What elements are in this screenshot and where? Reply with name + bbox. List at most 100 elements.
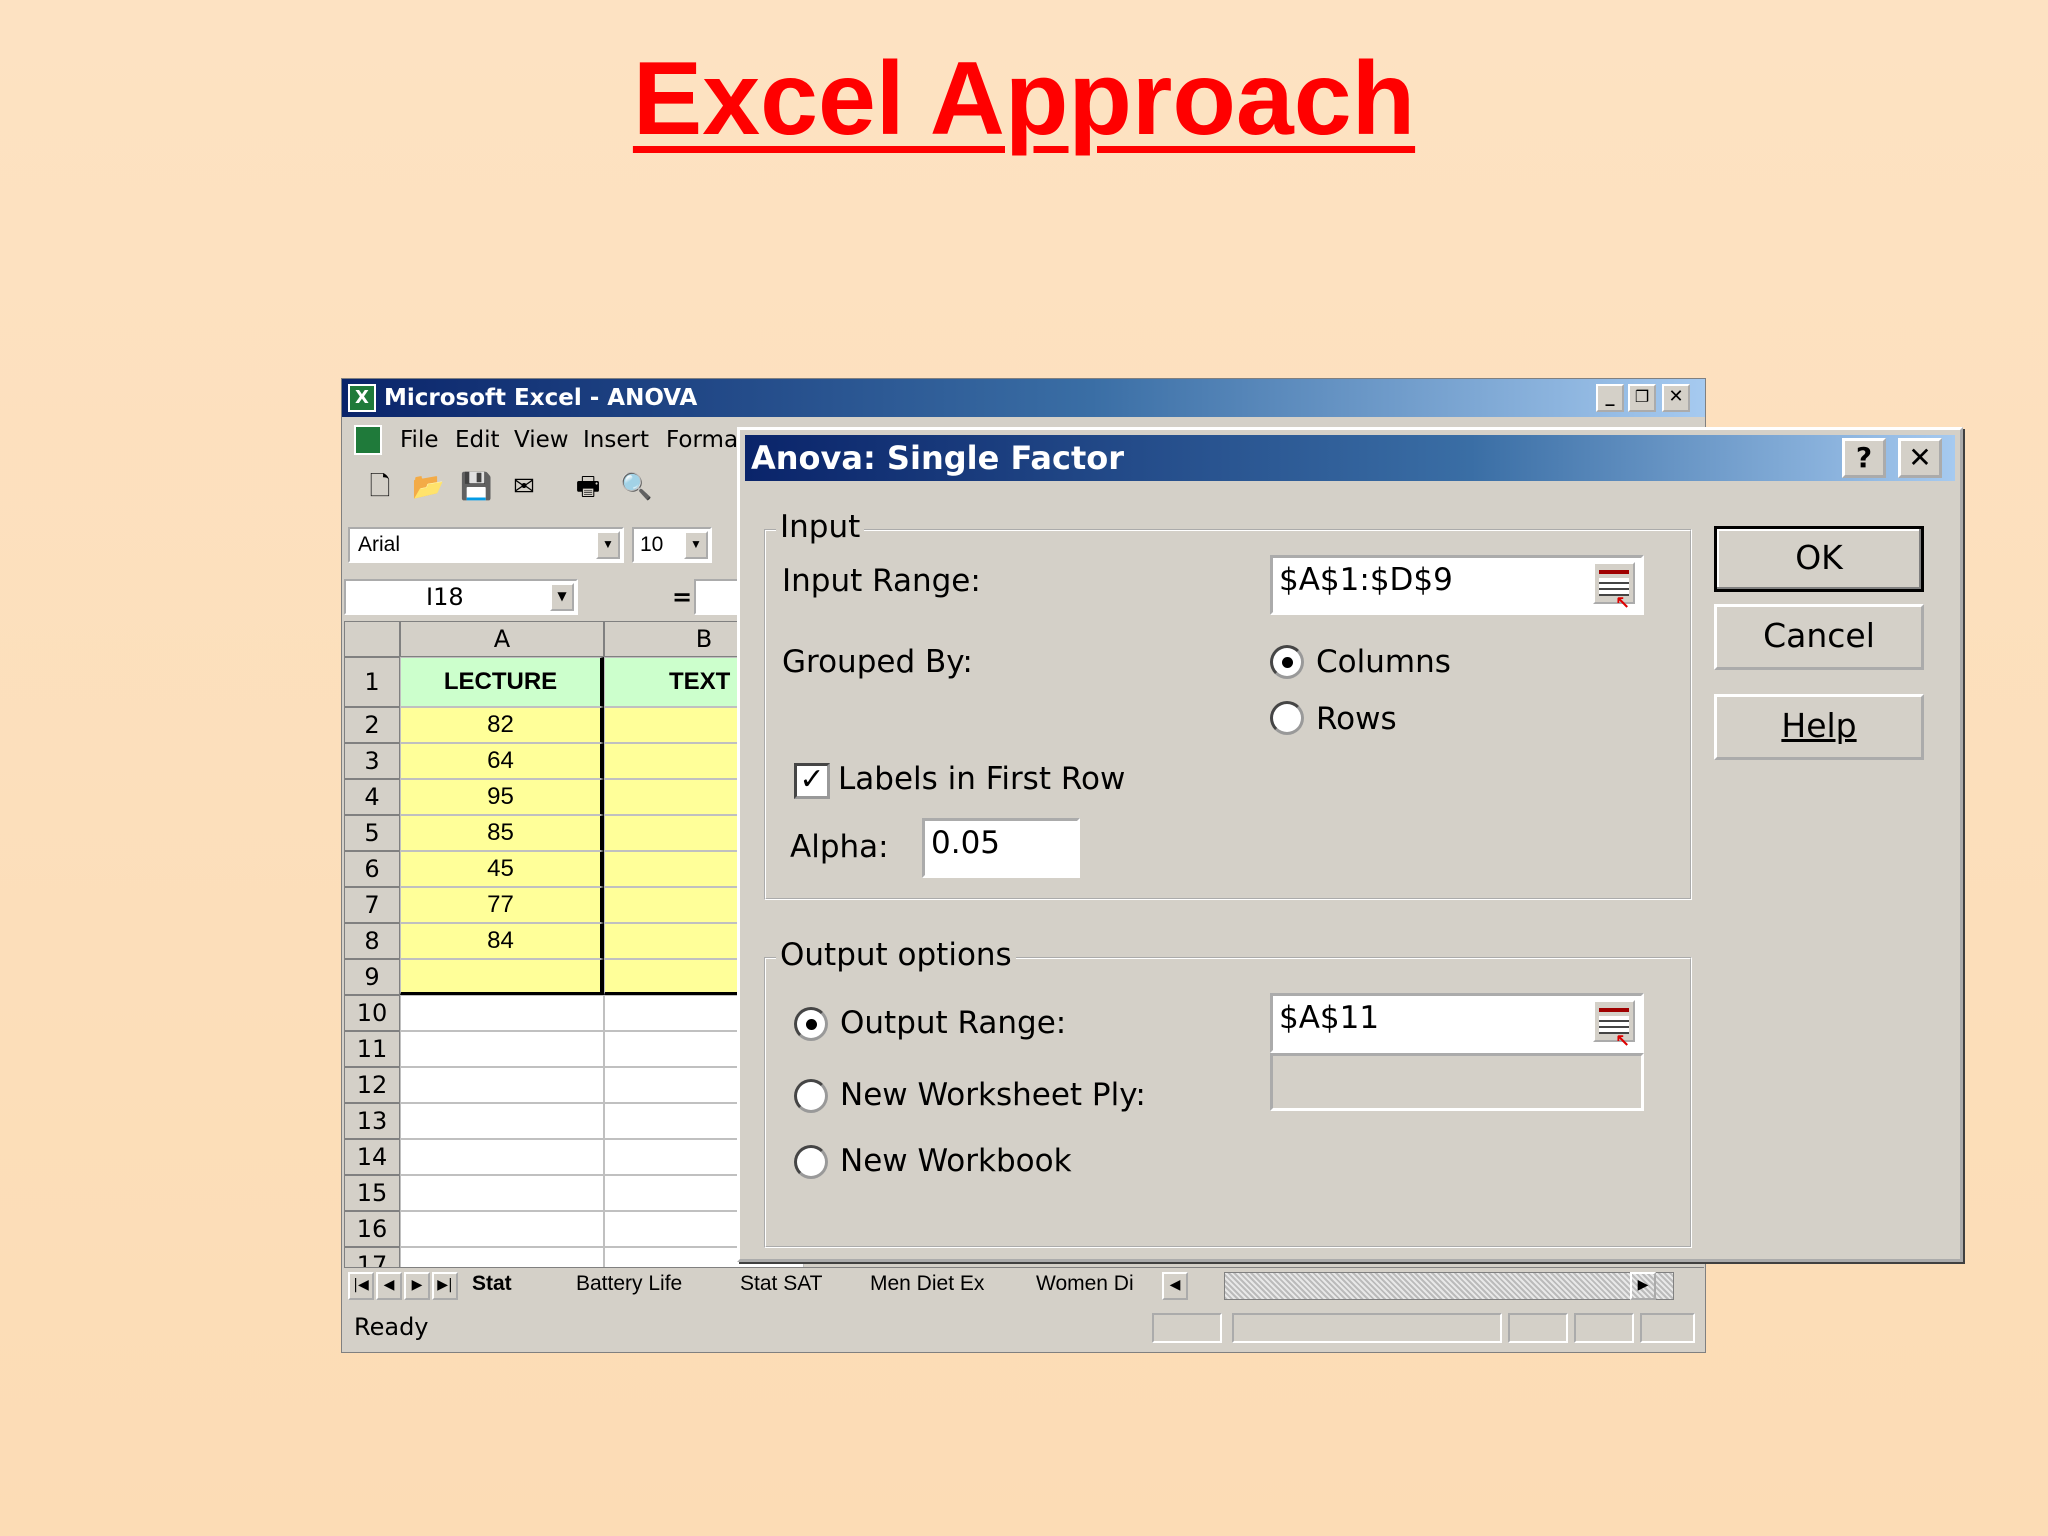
ok-button[interactable]: OK — [1714, 526, 1924, 592]
row-header[interactable]: 5 — [344, 815, 400, 851]
chevron-down-icon[interactable]: ▼ — [550, 583, 574, 611]
row-header[interactable]: 15 — [344, 1175, 400, 1211]
rows-radio[interactable] — [1270, 701, 1304, 735]
cell[interactable] — [400, 1211, 604, 1247]
cancel-button[interactable]: Cancel — [1714, 604, 1924, 670]
alpha-field[interactable]: 0.05 — [922, 818, 1080, 878]
excel-app-icon: X — [348, 384, 376, 412]
cell[interactable] — [400, 959, 604, 995]
new-workbook-radio[interactable] — [794, 1145, 828, 1179]
close-button[interactable]: ✕ — [1662, 384, 1690, 412]
save-icon[interactable]: 💾 — [460, 471, 492, 503]
close-icon[interactable]: ✕ — [1898, 438, 1942, 478]
row-header[interactable]: 13 — [344, 1103, 400, 1139]
input-group: Input Input Range: $A$1:$D$9 ↖ Grouped B… — [764, 509, 1692, 900]
row-header[interactable]: 10 — [344, 995, 400, 1031]
workbook-icon[interactable] — [354, 425, 382, 455]
open-icon[interactable]: 📂 — [412, 471, 444, 503]
cell[interactable]: 45 — [400, 851, 604, 887]
row-header[interactable]: 1 — [344, 657, 400, 707]
menu-view[interactable]: View — [514, 427, 569, 453]
sheet-tab-battery-life[interactable]: Battery Life — [576, 1272, 682, 1296]
print-preview-icon[interactable]: 🔍 — [620, 471, 652, 503]
cell[interactable] — [400, 1103, 604, 1139]
row-header[interactable]: 6 — [344, 851, 400, 887]
status-panel — [1508, 1313, 1568, 1343]
status-text: Ready — [354, 1313, 429, 1341]
scroll-right-icon[interactable]: ▶ — [1630, 1272, 1656, 1300]
row-header[interactable]: 7 — [344, 887, 400, 923]
cell[interactable]: 84 — [400, 923, 604, 959]
status-panel — [1152, 1313, 1222, 1343]
cell[interactable] — [400, 1139, 604, 1175]
cell[interactable]: 64 — [400, 743, 604, 779]
cell[interactable] — [400, 1067, 604, 1103]
row-header[interactable]: 14 — [344, 1139, 400, 1175]
first-sheet-icon[interactable]: |◀ — [348, 1272, 374, 1300]
standard-toolbar: 🗋 📂 💾 ✉ 🖶 🔍 — [350, 465, 653, 509]
output-group: Output options Output Range: $A$11 ↖ New… — [764, 937, 1692, 1248]
menu-insert[interactable]: Insert — [583, 427, 649, 453]
cell[interactable]: 85 — [400, 815, 604, 851]
cell[interactable]: 95 — [400, 779, 604, 815]
help-icon[interactable]: ? — [1842, 438, 1886, 478]
radio-dot — [806, 1019, 817, 1030]
new-worksheet-ply-label[interactable]: New Worksheet Ply: — [840, 1077, 1146, 1113]
row-header[interactable]: 8 — [344, 923, 400, 959]
columns-label[interactable]: Columns — [1316, 644, 1451, 680]
font-name-box[interactable]: Arial ▼ — [348, 527, 624, 563]
sheet-tab-women-diet[interactable]: Women Di — [1036, 1272, 1134, 1296]
name-box[interactable]: I18 ▼ — [344, 579, 578, 615]
prev-sheet-icon[interactable]: ◀ — [376, 1272, 402, 1300]
output-range-label[interactable]: Output Range: — [840, 1005, 1066, 1041]
row-header[interactable]: 3 — [344, 743, 400, 779]
cell[interactable] — [400, 995, 604, 1031]
row-header[interactable]: 16 — [344, 1211, 400, 1247]
collapse-dialog-icon[interactable]: ↖ — [1593, 562, 1635, 614]
columns-radio[interactable] — [1270, 645, 1304, 679]
select-all-corner[interactable] — [344, 621, 400, 657]
sheet-tab-stat-sat[interactable]: Stat SAT — [740, 1272, 822, 1296]
menu-file[interactable]: File — [400, 427, 439, 453]
email-icon[interactable]: ✉ — [508, 471, 540, 503]
new-worksheet-ply-field — [1270, 1053, 1644, 1111]
horizontal-scrollbar[interactable] — [1224, 1272, 1674, 1300]
cell[interactable]: 82 — [400, 707, 604, 743]
menu-edit[interactable]: Edit — [455, 427, 500, 453]
output-range-value: $A$11 — [1279, 1000, 1380, 1036]
cell[interactable] — [400, 1175, 604, 1211]
minimize-button[interactable]: _ — [1596, 384, 1624, 412]
labels-first-row-checkbox[interactable]: ✓ — [794, 763, 830, 799]
font-size-box[interactable]: 10 ▼ — [632, 527, 712, 563]
cell[interactable] — [400, 1031, 604, 1067]
restore-button[interactable]: ❐ — [1628, 384, 1656, 412]
menu-format[interactable]: Format — [666, 427, 747, 453]
input-range-field[interactable]: $A$1:$D$9 ↖ — [1270, 555, 1644, 615]
collapse-dialog-icon[interactable]: ↖ — [1593, 1000, 1635, 1052]
row-header[interactable]: 2 — [344, 707, 400, 743]
last-sheet-icon[interactable]: ▶| — [432, 1272, 458, 1300]
rows-label[interactable]: Rows — [1316, 701, 1397, 737]
new-worksheet-ply-radio[interactable] — [794, 1079, 828, 1113]
chevron-down-icon[interactable]: ▼ — [684, 531, 708, 559]
output-range-field[interactable]: $A$11 ↖ — [1270, 993, 1644, 1053]
column-header-a[interactable]: A — [400, 621, 604, 657]
new-workbook-label[interactable]: New Workbook — [840, 1143, 1072, 1179]
row-header[interactable]: 12 — [344, 1067, 400, 1103]
row-header[interactable]: 9 — [344, 959, 400, 995]
help-button[interactable]: Help — [1714, 694, 1924, 760]
sheet-tab-men-diet[interactable]: Men Diet Ex — [870, 1272, 984, 1296]
cell[interactable]: 77 — [400, 887, 604, 923]
labels-first-row-label[interactable]: Labels in First Row — [838, 761, 1125, 797]
sheet-tab-stat[interactable]: Stat — [472, 1272, 512, 1296]
formula-equals[interactable]: = — [672, 583, 692, 611]
cell-header-lecture[interactable]: LECTURE — [400, 657, 604, 707]
new-icon[interactable]: 🗋 — [364, 471, 396, 503]
output-range-radio[interactable] — [794, 1007, 828, 1041]
row-header[interactable]: 11 — [344, 1031, 400, 1067]
scroll-left-icon[interactable]: ◀ — [1162, 1272, 1188, 1300]
row-header[interactable]: 4 — [344, 779, 400, 815]
print-icon[interactable]: 🖶 — [572, 471, 604, 503]
chevron-down-icon[interactable]: ▼ — [596, 531, 620, 559]
next-sheet-icon[interactable]: ▶ — [404, 1272, 430, 1300]
